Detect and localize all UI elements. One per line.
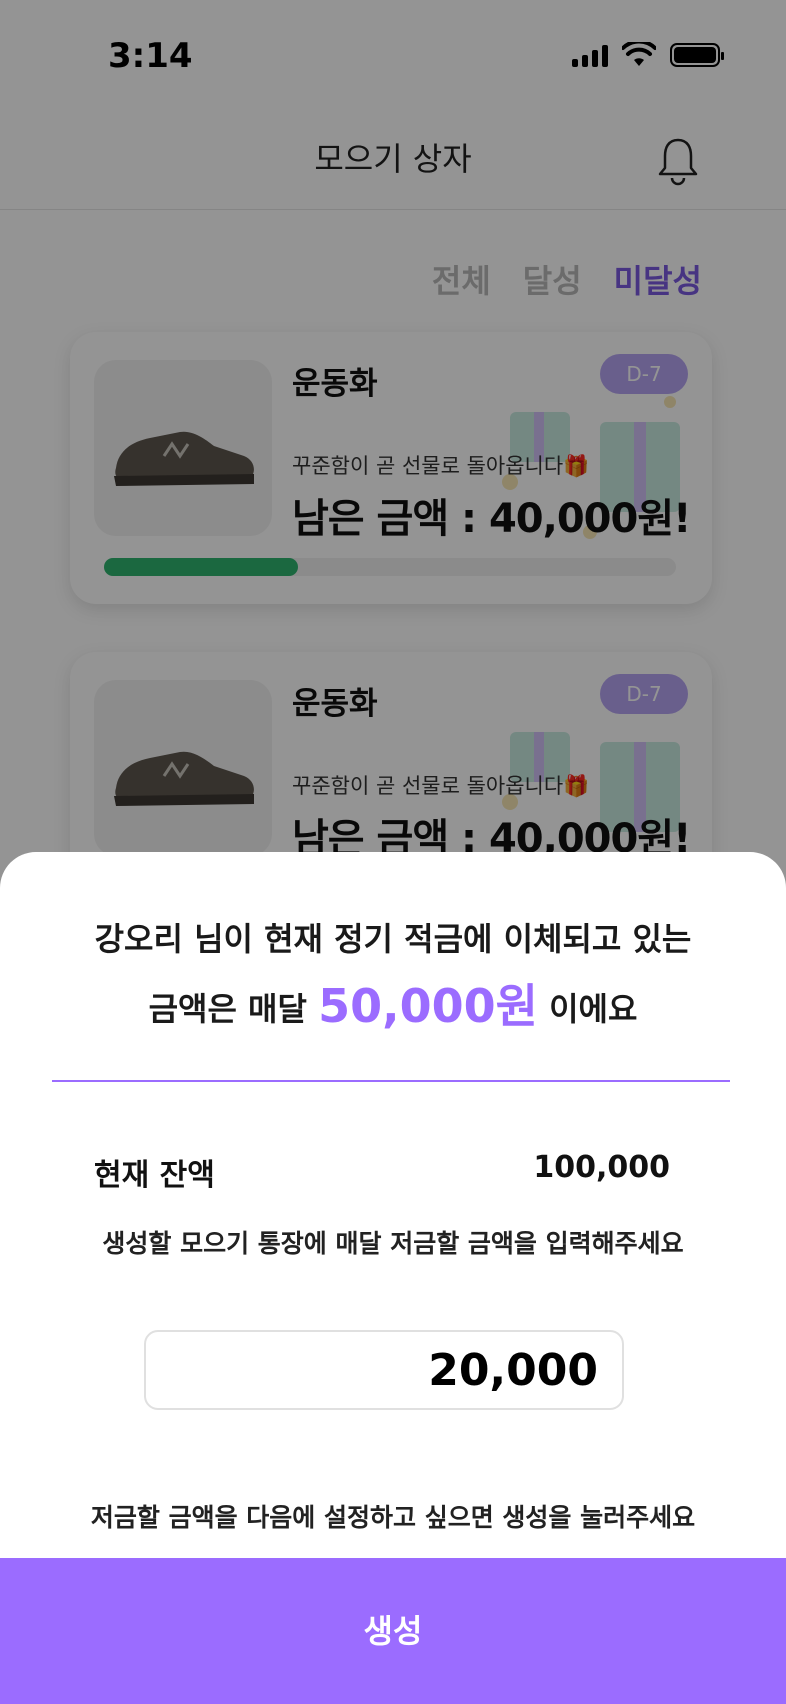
monthly-amount-highlight: 50,000원 xyxy=(318,979,538,1033)
line2-suffix: 이에요 xyxy=(549,990,638,1028)
create-button[interactable]: 생성 xyxy=(0,1558,786,1704)
balance-value: 100,000 xyxy=(533,1150,670,1185)
amount-input[interactable] xyxy=(144,1330,624,1410)
instruction-text: 생성할 모으기 통장에 매달 저금할 금액을 입력해주세요 xyxy=(102,1229,684,1258)
balance-label: 현재 잔액 xyxy=(94,1158,215,1193)
hint-text: 저금할 금액을 다음에 설정하고 싶으면 생성을 눌러주세요 xyxy=(90,1503,696,1532)
bottom-sheet: 강오리 님이 현재 정기 적금에 이체되고 있는 금액은 매달 50,000원 … xyxy=(0,852,786,1704)
divider xyxy=(52,1080,730,1082)
sheet-message-line1: 강오리 님이 현재 정기 적금에 이체되고 있는 xyxy=(94,920,692,958)
line2-prefix: 금액은 매달 xyxy=(148,990,307,1028)
sheet-message-line2: 금액은 매달 50,000원 이에요 xyxy=(0,970,786,1036)
